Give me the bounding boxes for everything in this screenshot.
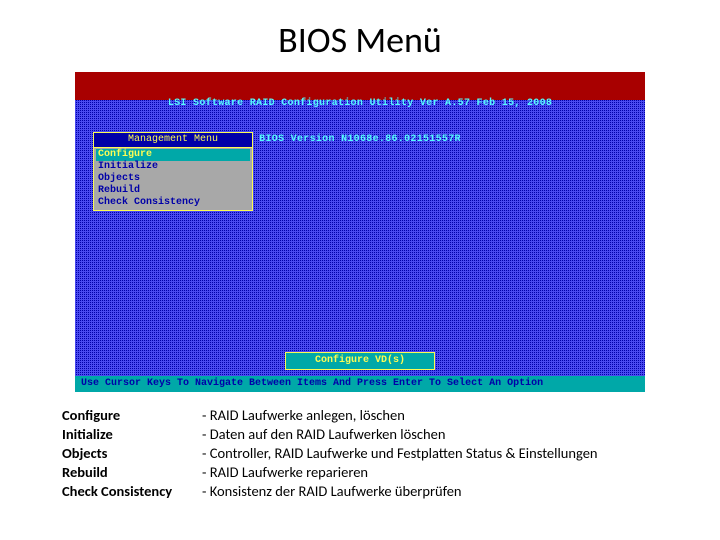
bios-footer: Use Cursor Keys To Navigate Between Item…: [75, 376, 645, 392]
menu-item-configure[interactable]: Configure: [96, 149, 250, 161]
menu-item-check-consistency[interactable]: Check Consistency: [96, 197, 250, 209]
legend-term: Check Consistency: [62, 482, 202, 501]
menu-item-initialize[interactable]: Initialize: [96, 161, 250, 173]
menu-item-rebuild[interactable]: Rebuild: [96, 185, 250, 197]
legend-term: Initialize: [62, 425, 202, 444]
legend-row: Initialize - Daten auf den RAID Laufwerk…: [62, 425, 598, 444]
legend-desc: - RAID Laufwerke anlegen, löschen: [202, 406, 405, 425]
legend-row: Check Consistency - Konsistenz der RAID …: [62, 482, 598, 501]
legend-term: Rebuild: [62, 463, 202, 482]
legend-desc: - RAID Laufwerke reparieren: [202, 463, 368, 482]
page-title: BIOS Menü: [0, 0, 720, 72]
legend-term: Configure: [62, 406, 202, 425]
legend-row: Configure - RAID Laufwerke anlegen, lösc…: [62, 406, 598, 425]
bios-header: LSI Software RAID Configuration Utility …: [75, 72, 645, 100]
hint-box: Configure VD(s): [285, 352, 435, 370]
legend-desc: - Controller, RAID Laufwerke und Festpla…: [202, 444, 598, 463]
menu-item-objects[interactable]: Objects: [96, 173, 250, 185]
management-menu-body: Configure Initialize Objects Rebuild Che…: [93, 147, 253, 211]
bios-screen: LSI Software RAID Configuration Utility …: [75, 72, 645, 392]
bios-header-line1: LSI Software RAID Configuration Utility …: [75, 98, 645, 110]
legend-row: Rebuild - RAID Laufwerke reparieren: [62, 463, 598, 482]
legend: Configure - RAID Laufwerke anlegen, lösc…: [62, 406, 598, 501]
management-menu: Management Menu Configure Initialize Obj…: [93, 132, 253, 211]
management-menu-title: Management Menu: [93, 132, 253, 147]
legend-desc: - Konsistenz der RAID Laufwerke überprüf…: [202, 482, 462, 501]
slide: BIOS Menü LSI Software RAID Configuratio…: [0, 0, 720, 540]
legend-row: Objects - Controller, RAID Laufwerke und…: [62, 444, 598, 463]
legend-term: Objects: [62, 444, 202, 463]
legend-desc: - Daten auf den RAID Laufwerken löschen: [202, 425, 445, 444]
